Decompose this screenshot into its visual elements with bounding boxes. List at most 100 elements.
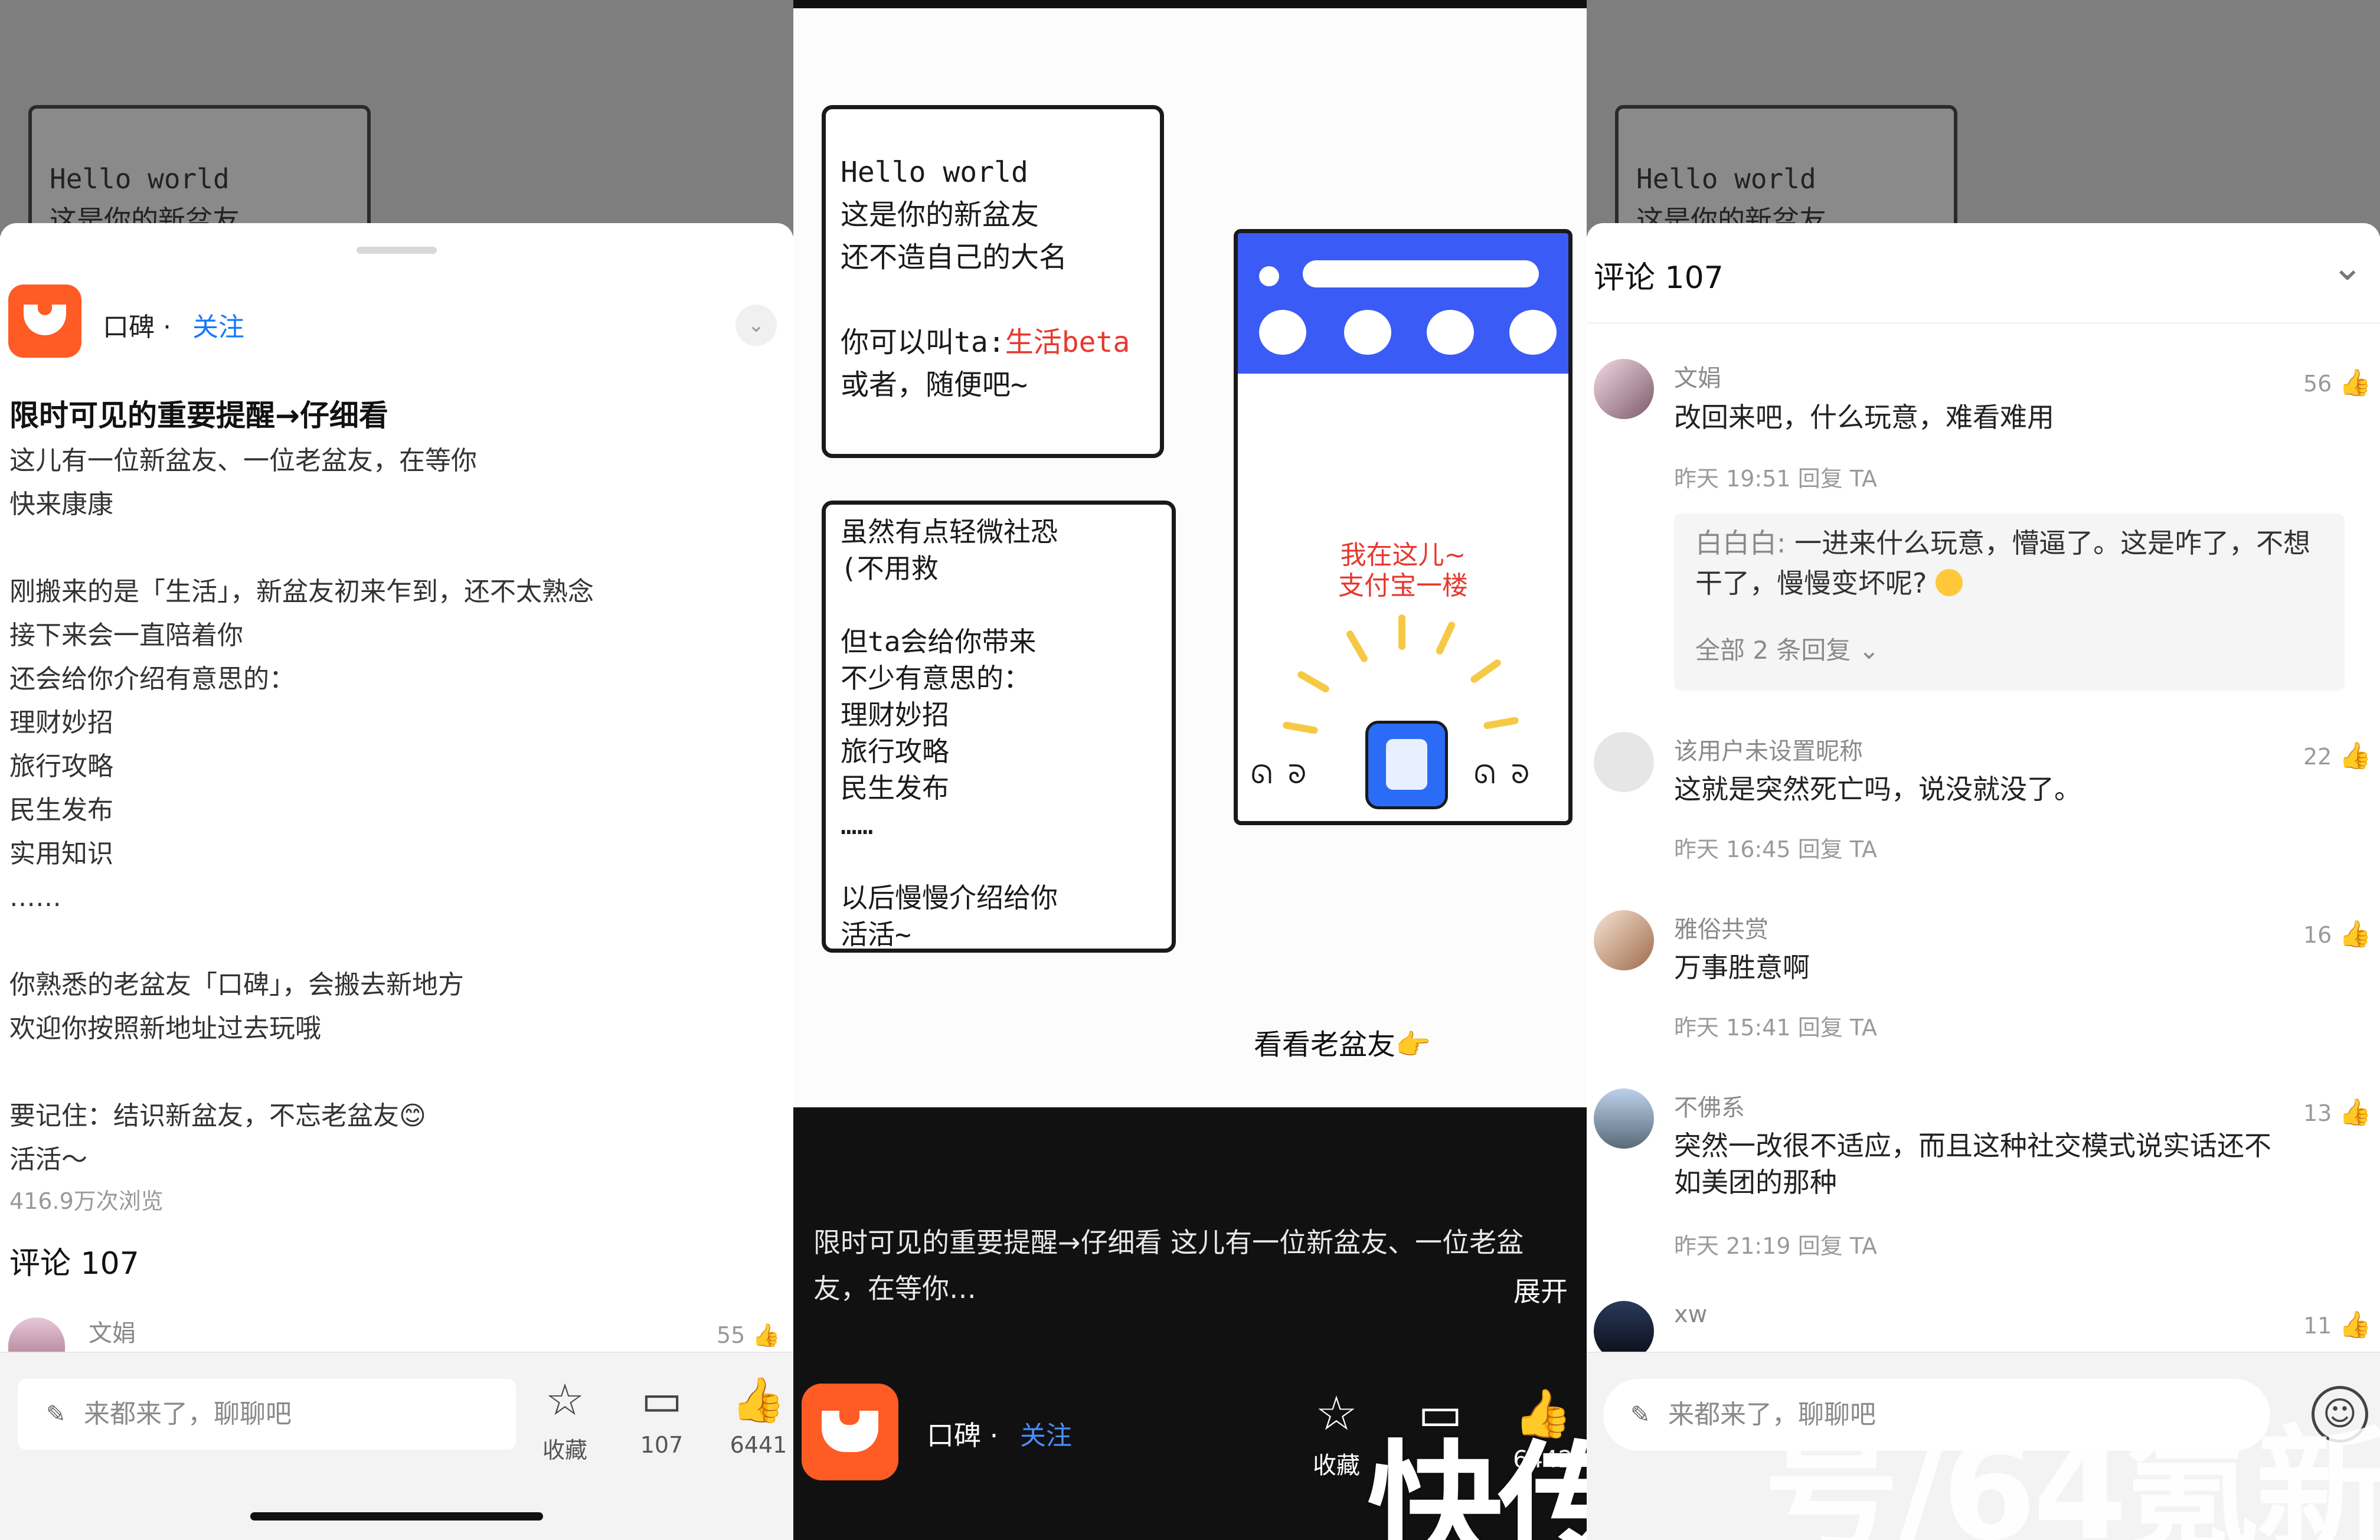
post-paragraph xyxy=(9,527,777,570)
sun-ray xyxy=(1469,658,1503,685)
like-count: 13 xyxy=(2303,1100,2332,1126)
commenter-name: 文娟 xyxy=(89,1320,136,1347)
see-old-friend-link[interactable]: 看看老盆友👉 xyxy=(1254,1021,1431,1062)
post-detail-sheet: 口碑 · 关注 ⌄ 限时可见的重要提醒→仔细看 这儿有一位新盆友、一位老盆友，在… xyxy=(0,223,793,1540)
post-paragraph: …… xyxy=(9,882,61,913)
middle-panel: Hello world 这是你的新盆友 还不造自己的大名 你可以叫ta:生活be… xyxy=(793,0,1587,1540)
chevron-down-icon[interactable]: ⌄ xyxy=(2332,246,2363,289)
comment-item: 文娟 56 👍 改回来吧，什么玩意，难看难用 昨天 19:51 回复 TA 白白… xyxy=(1587,359,2380,772)
post-body: 这儿有一位新盆友、一位老盆友，在等你 快来康康 刚搬来的是「生活」，新盆友初来乍到，… xyxy=(9,439,777,1182)
right-panel: Hello world 这是你的新盆友 评论 107 ⌄ 文娟 56 👍 改回来… xyxy=(1587,0,2380,1540)
bubble-1-line-4-prefix: 你可以叫ta: xyxy=(841,326,1005,359)
home-indicator xyxy=(250,1512,543,1521)
phone-note-line-2: 支付宝一楼 xyxy=(1338,571,1468,601)
avatar[interactable] xyxy=(1594,359,1654,419)
thumbs-up-icon: 👍 xyxy=(2339,741,2372,771)
like-count: 22 xyxy=(2303,744,2332,770)
reply-button[interactable]: 回复 TA xyxy=(1798,1233,1877,1259)
koubei-logo-icon[interactable] xyxy=(8,285,81,358)
reply-button[interactable]: 回复 TA xyxy=(1798,466,1877,492)
reply-button[interactable]: 回复 TA xyxy=(1798,836,1877,862)
bg-line-1: Hello world xyxy=(1636,163,1816,195)
default-avatar-icon[interactable] xyxy=(1594,732,1654,792)
favorite-label: 收藏 xyxy=(1313,1452,1360,1479)
sun-ray xyxy=(1483,716,1519,730)
comment-input[interactable]: ✎ 来都来了，聊聊吧 xyxy=(18,1379,516,1450)
view-all-replies-button[interactable]: 全部 2 条回复 ⌄ xyxy=(1695,630,1879,666)
pencil-icon: ✎ xyxy=(46,1401,66,1428)
like-button[interactable]: 56 👍 xyxy=(2303,367,2371,398)
comment-meta: 昨天 15:41 回复 TA xyxy=(1674,1009,1877,1042)
post-paragraph: 要记住：结识新盆友，不忘老盆友😊 xyxy=(9,1101,426,1131)
author-name[interactable]: 口碑 · xyxy=(927,1414,998,1453)
bubble-2-line: (不用救 xyxy=(841,552,939,584)
comments-title: 评论 107 xyxy=(1594,260,1724,296)
like-button[interactable]: 22 👍 xyxy=(2303,740,2371,771)
author-name[interactable]: 口碑 · xyxy=(103,306,171,344)
comment-text: 万事胜意啊 xyxy=(1674,952,1810,983)
thumbs-up-icon: 👍 xyxy=(752,1322,780,1348)
commenter-name[interactable]: 不佛系 xyxy=(1674,1088,1745,1123)
reply-button[interactable]: 回复 TA xyxy=(1798,1015,1877,1041)
left-panel: Hello world 这是你的新盆友 口碑 · 关注 ⌄ 限时可见的重要提醒→… xyxy=(0,0,793,1540)
comments-sheet: 评论 107 ⌄ 文娟 56 👍 改回来吧，什么玩意，难看难用 昨天 19:51… xyxy=(1587,223,2380,1540)
commenter-name[interactable]: 该用户未设置昵称 xyxy=(1674,732,1863,766)
smile-icon xyxy=(24,305,66,335)
avatar[interactable] xyxy=(8,1317,65,1355)
expand-button[interactable]: 展开 xyxy=(1513,1270,1568,1309)
commenter-name[interactable]: xw xyxy=(1674,1301,1707,1328)
commenter-name[interactable]: 文娟 xyxy=(1674,359,1721,393)
author-separator: · xyxy=(163,312,171,342)
sheet-grab-handle[interactable] xyxy=(357,247,437,254)
chevron-down-icon[interactable]: ⌄ xyxy=(735,305,777,346)
koubei-logo-icon[interactable] xyxy=(802,1384,898,1480)
sun-ray xyxy=(1282,721,1319,735)
comment-peek[interactable]: 文娟 55 👍 xyxy=(0,1314,793,1355)
like-count[interactable]: 55 👍 xyxy=(717,1322,780,1349)
dimmed-background: Hello world 这是你的新盆友 xyxy=(1587,0,2380,259)
favorite-button[interactable]: ☆ 收藏 xyxy=(527,1372,603,1464)
avatar[interactable] xyxy=(1594,1301,1654,1354)
comment-button[interactable]: ▭ 107 xyxy=(623,1372,700,1458)
post-caption[interactable]: 限时可见的重要提醒→仔细看 这儿有一位新盆友、一位老盆友，在等你… xyxy=(813,1219,1545,1312)
bubble-1-line-2: 这是你的新盆友 xyxy=(841,198,1039,231)
bubble-2-line xyxy=(841,843,1058,879)
comment-meta: 昨天 16:45 回复 TA xyxy=(1674,831,1877,864)
commenter-name[interactable]: 雅俗共赏 xyxy=(1674,910,1768,944)
comment-item: 该用户未设置昵称 22 👍 这就是突然死亡吗，说没就没了。 昨天 16:45 回… xyxy=(1587,732,2380,885)
star-icon: ☆ xyxy=(1315,1386,1358,1441)
like-button[interactable]: 11 👍 xyxy=(2303,1309,2371,1340)
dot-icon xyxy=(1427,310,1474,355)
comments-title: 评论 107 xyxy=(9,1246,139,1281)
bubble-2-line: 虽然有点轻微社恐 xyxy=(841,516,1058,548)
follow-button[interactable]: 关注 xyxy=(192,306,244,344)
comment-count-label: 107 xyxy=(640,1432,684,1458)
post-paragraph: 欢迎你按照新地址过去玩哦 xyxy=(9,1013,321,1044)
avatar[interactable] xyxy=(1594,1088,1654,1149)
view-all-replies-label: 全部 2 条回复 xyxy=(1695,636,1851,665)
thumbs-up-icon: 👍 xyxy=(2339,919,2372,949)
comment-input-placeholder: 来都来了，聊聊吧 xyxy=(84,1399,292,1429)
favorite-button[interactable]: ☆ 收藏 xyxy=(1301,1381,1372,1480)
follow-button[interactable]: 关注 xyxy=(1020,1414,1072,1452)
star-icon: ☆ xyxy=(545,1375,585,1425)
avatar[interactable] xyxy=(1594,910,1654,970)
comment-time: 昨天 21:19 xyxy=(1674,1233,1791,1259)
like-button[interactable]: 13 👍 xyxy=(2303,1097,2371,1127)
phone-illustration: 我在这儿~ 支付宝一楼 ᘏ ᘐ ᘏ ᘐ xyxy=(1234,229,1572,825)
reply-author[interactable]: 白白白: xyxy=(1695,527,1786,559)
bubble-2-line: 民生发布 xyxy=(841,772,949,804)
sun-ray xyxy=(1434,620,1457,656)
sun-ray xyxy=(1296,669,1330,694)
like-button[interactable]: 16 👍 xyxy=(2303,918,2371,949)
like-count: 16 xyxy=(2303,922,2332,948)
comic-image: Hello world 这是你的新盆友 还不造自己的大名 你可以叫ta:生活be… xyxy=(793,0,1587,1107)
like-count: 56 xyxy=(2303,371,2332,397)
reply-box[interactable]: 白白白: 一进来什么玩意，懵逼了。这是咋了，不想干了，慢慢变坏呢? 全部 2 条… xyxy=(1674,514,2345,691)
chevron-down-icon: ⌄ xyxy=(1858,636,1879,665)
post-paragraph: 这儿有一位新盆友、一位老盆友，在等你 xyxy=(9,446,477,476)
bubble-2-line: …… xyxy=(841,809,874,841)
thumbs-up-icon: 👍 xyxy=(2339,1310,2372,1340)
like-button[interactable]: 👍 6441 xyxy=(720,1372,793,1458)
comment-item: 不佛系 13 👍 突然一改很不适应，而且这种社交模式说实话还不如美团的那种 昨天… xyxy=(1587,1088,2380,1277)
